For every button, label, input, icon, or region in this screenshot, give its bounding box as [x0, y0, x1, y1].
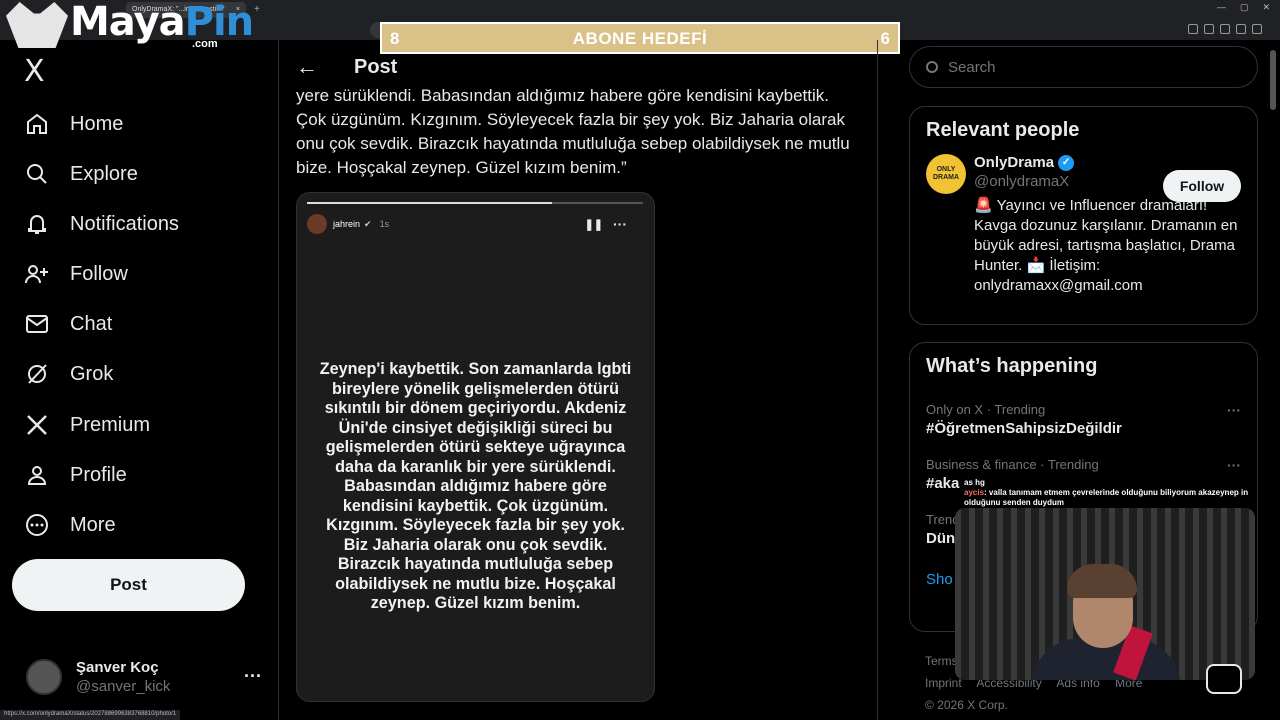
story-progress-bar: [307, 202, 643, 204]
back-arrow-icon[interactable]: ←: [296, 54, 318, 80]
nav-follow-label: Follow: [70, 262, 128, 285]
home-icon: [24, 111, 50, 137]
search-input[interactable]: Search: [909, 46, 1258, 88]
chat-username: aycis: [964, 488, 985, 497]
close-window-icon[interactable]: ✕: [1262, 2, 1270, 13]
extension-bar: [1188, 24, 1262, 34]
extension-icon[interactable]: [1252, 24, 1262, 34]
story-time: 1s: [379, 219, 390, 229]
webcam-overlay: [955, 508, 1255, 680]
account-handle: @sanver_kick: [76, 678, 171, 695]
nav-follow[interactable]: Follow: [24, 254, 128, 294]
trend-topic: #ÖğretmenSahipsizDeğildir: [926, 420, 1122, 437]
trend-meta: Only on X · Trending: [926, 402, 1046, 417]
nav-profile[interactable]: Profile: [24, 455, 127, 495]
nav-notifications[interactable]: Notifications: [24, 204, 179, 244]
post-button[interactable]: Post: [12, 559, 245, 611]
trend-meta: Business & finance · Trending: [926, 457, 1099, 472]
search-icon: [24, 161, 50, 187]
streamer-hair: [1067, 564, 1137, 598]
footer-copyright: © 2026 X Corp.: [925, 698, 1008, 712]
nav-grok[interactable]: Grok: [24, 354, 113, 394]
nav-home-label: Home: [70, 112, 124, 135]
nav-more-label: More: [70, 513, 116, 536]
story-username: jahrein: [333, 219, 361, 229]
logo-word-maya: Maya: [70, 0, 186, 45]
account-name: Şanver Koç: [76, 659, 159, 676]
person-bio: 🚨 Yayıncı ve Influencer dramaları! Kavga…: [974, 197, 1238, 294]
search-placeholder: Search: [948, 58, 996, 76]
stream-chat-message: as hg aycis: valla tanımam etmem çevrele…: [964, 478, 1264, 508]
person-icon: [24, 462, 50, 488]
verified-badge-icon: ✓: [1058, 154, 1075, 171]
nav-home[interactable]: Home: [24, 104, 123, 144]
story-image[interactable]: jahrein ✔ 1s ❚❚ ··· Zeynep'i kaybettik. …: [296, 192, 655, 702]
account-switcher[interactable]: Şanver Koç @sanver_kick ···: [26, 652, 266, 702]
follow-button[interactable]: Follow: [1163, 170, 1241, 202]
extension-icon[interactable]: [1236, 24, 1246, 34]
bell-icon: [24, 211, 50, 237]
minimize-icon[interactable]: —: [1217, 2, 1226, 13]
nav-chat-label: Chat: [70, 312, 113, 335]
extension-icon[interactable]: [1220, 24, 1230, 34]
extension-icon[interactable]: [1204, 24, 1214, 34]
nav-more[interactable]: More: [24, 505, 116, 545]
avatar: [26, 659, 62, 695]
verified-icon: ✔: [364, 218, 372, 229]
avatar: ONLY DRAMA: [926, 154, 966, 194]
trend-menu-icon[interactable]: ···: [1227, 457, 1241, 473]
search-icon: [926, 61, 938, 73]
footer-terms[interactable]: Terms: [925, 654, 958, 668]
window-controls: — ▢ ✕: [1217, 2, 1270, 13]
person-plus-icon: [24, 261, 50, 287]
nav-chat[interactable]: Chat: [24, 304, 112, 344]
person-name-row: OnlyDrama ✓: [974, 154, 1241, 171]
relevant-people-panel: Relevant people ONLY DRAMA OnlyDrama ✓ @…: [909, 106, 1258, 325]
relevant-person[interactable]: ONLY DRAMA OnlyDrama ✓ @onlydramaX 🚨 Yay…: [910, 142, 1257, 308]
messages-drawer-icon[interactable]: [1206, 664, 1242, 694]
nav-explore[interactable]: Explore: [24, 154, 138, 194]
maximize-icon[interactable]: ▢: [1240, 2, 1249, 13]
more-circle-icon: [24, 512, 50, 538]
story-progress-fill: [307, 202, 553, 204]
chat-text: : valla tanımam etmem çevrelerinde olduğ…: [964, 488, 1249, 507]
relevant-people-title: Relevant people: [926, 119, 1080, 141]
story-avatar: [307, 214, 327, 234]
post-column: ← Post yere sürüklendi. Babasından aldığ…: [280, 40, 878, 720]
mail-icon: [24, 311, 50, 337]
chat-faded-text: as hg: [964, 478, 985, 487]
nav-profile-label: Profile: [70, 463, 127, 486]
page-title: Post: [354, 55, 398, 78]
account-info: Şanver Koç @sanver_kick: [76, 659, 170, 695]
x-premium-icon: [24, 412, 50, 438]
nav-grok-label: Grok: [70, 362, 114, 385]
logo-wordmark: MayaPin: [70, 0, 254, 45]
person-name: OnlyDrama: [974, 154, 1055, 171]
pause-icon[interactable]: ❚❚: [585, 218, 603, 231]
post-header: ← Post: [296, 54, 397, 80]
story-message: Zeynep'i kaybettik. Son zamanlarda lgbti…: [319, 360, 632, 612]
story-menu-icon[interactable]: ···: [613, 216, 627, 232]
left-sidebar: X Home Explore Notifications Follow Chat: [0, 40, 279, 720]
nav-notifications-label: Notifications: [70, 212, 179, 235]
nav-premium[interactable]: Premium: [24, 405, 150, 445]
new-tab-button[interactable]: +: [254, 2, 260, 18]
trend-item[interactable]: Only on X · Trending #ÖğretmenSahipsizDe…: [910, 392, 1257, 447]
status-url: https://x.com/onlydramaX/status/20278869…: [0, 710, 181, 720]
story-header: jahrein ✔ 1s ❚❚ ···: [307, 213, 643, 235]
nav-premium-label: Premium: [70, 413, 151, 436]
extension-icon[interactable]: [1188, 24, 1198, 34]
nav-explore-label: Explore: [70, 162, 138, 185]
whats-happening-title: What’s happening: [926, 355, 1098, 377]
account-menu-icon[interactable]: ···: [244, 666, 262, 687]
grok-icon: [24, 361, 50, 387]
trend-menu-icon[interactable]: ···: [1227, 402, 1241, 418]
scrollbar[interactable]: [1270, 50, 1276, 110]
x-logo-icon[interactable]: X: [24, 54, 45, 89]
post-text: yere sürüklendi. Babasından aldığımız ha…: [296, 86, 850, 177]
